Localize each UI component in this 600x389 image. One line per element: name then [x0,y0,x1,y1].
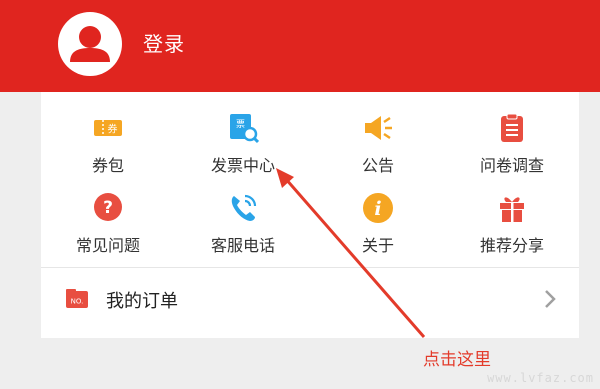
grid-item-announcements[interactable]: 公告 [318,112,438,182]
grid-item-survey[interactable]: 问卷调查 [452,112,572,182]
info-icon: i [363,193,393,223]
svg-text:i: i [374,198,381,220]
grid-item-share[interactable]: 推荐分享 [452,192,572,262]
coupon-icon: 券 [94,120,122,136]
user-icon [70,26,110,62]
grid-item-coupons[interactable]: 券 券包 [48,112,168,182]
avatar[interactable] [58,12,122,76]
grid-item-faq[interactable]: ? 常见问题 [48,192,168,262]
grid-item-about[interactable]: i 关于 [318,192,438,262]
my-orders-row[interactable]: NO. 我的订单 [41,268,579,332]
question-icon: ? [94,193,122,221]
chevron-right-icon [545,290,556,308]
menu-panel: 券 券包 票 发票中心 公告 问卷调查 ? 常见问题 客服电话 i 关于 推荐分… [41,92,579,338]
annotation-label: 点击这里 [423,350,491,370]
svg-text:?: ? [103,198,113,218]
phone-icon [231,194,257,221]
grid-label: 发票中心 [210,156,275,175]
gift-icon [500,197,524,222]
grid-label: 关于 [361,236,394,255]
megaphone-icon [365,116,392,140]
grid-label: 常见问题 [75,236,140,255]
grid-label: 券包 [91,156,124,175]
svg-text:票: 票 [236,119,245,130]
header-bar: 登录 [0,0,600,92]
grid-label: 推荐分享 [479,236,544,255]
invoice-search-icon: 票 [230,114,259,144]
my-orders-label: 我的订单 [106,291,178,312]
watermark: www.lvfaz.com [487,371,594,385]
grid-label: 问卷调查 [479,156,544,175]
svg-text:NO.: NO. [71,298,84,306]
svg-text:券: 券 [108,123,118,136]
clipboard-icon [501,113,523,142]
grid-item-invoice-center[interactable]: 票 发票中心 [183,112,303,182]
order-icon: NO. [66,289,88,308]
grid-label: 公告 [361,156,394,175]
grid-item-customer-service[interactable]: 客服电话 [183,192,303,262]
login-link[interactable]: 登录 [143,28,185,57]
grid-label: 客服电话 [210,236,275,255]
